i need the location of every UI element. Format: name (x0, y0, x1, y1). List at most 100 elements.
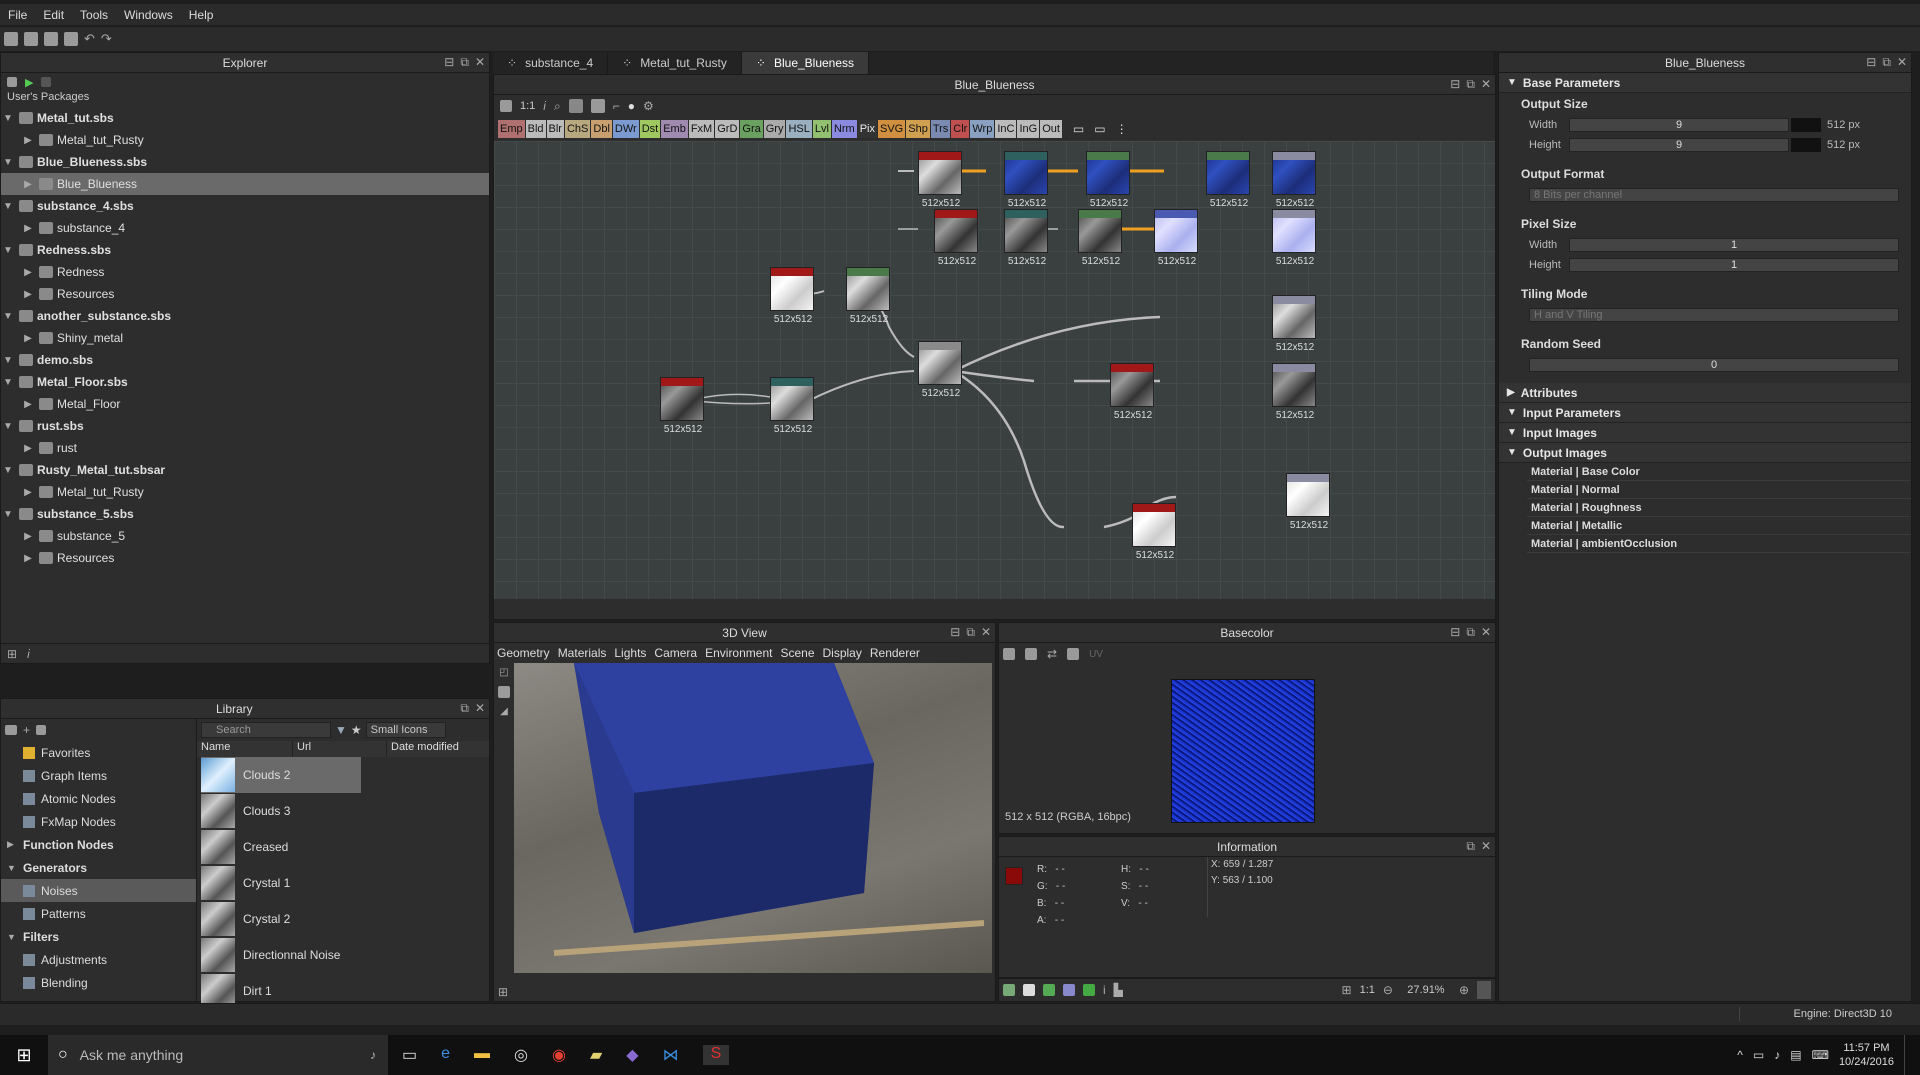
filter-blr[interactable]: Blr (546, 120, 564, 138)
select-tool-icon[interactable] (568, 99, 583, 113)
expand-icon[interactable]: ▶ (21, 531, 35, 542)
expand-icon[interactable]: ▶ (21, 553, 35, 564)
view-mode-select[interactable]: Small Icons (365, 722, 446, 738)
expand-icon[interactable]: ▼ (1, 377, 15, 388)
search-icon[interactable]: ⌕ (554, 99, 561, 114)
menu-item[interactable]: File (8, 8, 27, 22)
explorer-item[interactable]: ▶ Resources (1, 283, 489, 305)
windows-start-icon[interactable]: ⊞ (0, 1045, 48, 1066)
col-url[interactable]: Url (293, 741, 387, 757)
float-icon[interactable]: ⧉ (966, 625, 975, 640)
explorer-item[interactable]: ▶ substance_5 (1, 525, 489, 547)
explorer-item[interactable]: ▼ Rusty_Metal_tut.sbsar (1, 459, 489, 481)
explorer-item[interactable]: ▼ substance_5.sbs (1, 503, 489, 525)
chrome-icon[interactable]: ◉ (552, 1045, 566, 1065)
steam-icon[interactable]: ◎ (514, 1045, 528, 1065)
library-search-input[interactable]: Search (201, 722, 331, 738)
tab-blue_blueness[interactable]: ⁘ Blue_Blueness (741, 52, 870, 74)
view3d-menu-item[interactable]: Renderer (870, 646, 920, 660)
network-icon[interactable]: ▭ (1753, 1048, 1764, 1062)
menu-item[interactable]: Tools (80, 8, 108, 22)
graph-node[interactable]: 512x512 (770, 267, 814, 325)
pixel-height-slider[interactable]: 1 (1569, 258, 1899, 272)
expand-icon[interactable]: ▶ (21, 333, 35, 344)
task-view-icon[interactable]: ▭ (402, 1045, 417, 1065)
filter-emb[interactable]: Emb (661, 120, 688, 138)
histogram-icon[interactable] (1083, 984, 1095, 996)
info-icon[interactable]: i (543, 99, 546, 113)
filter-dbl[interactable]: Dbl (591, 120, 612, 138)
refresh-icon[interactable] (41, 77, 52, 87)
explorer-item[interactable]: ▶ rust (1, 437, 489, 459)
graph-node[interactable]: 512x512 (934, 209, 978, 267)
share-icon[interactable]: ⇄ (1047, 647, 1057, 661)
view3d-menu-item[interactable]: Environment (705, 646, 772, 660)
view3d-menu-item[interactable]: Lights (614, 646, 646, 660)
explorer-item[interactable]: ▼ Metal_Floor.sbs (1, 371, 489, 393)
float-icon[interactable]: ⧉ (1882, 55, 1891, 70)
basecolor-preview[interactable] (1171, 679, 1315, 823)
save-all-icon[interactable] (24, 32, 38, 46)
library-item[interactable]: Directionnal Noise (201, 937, 489, 973)
filter-dwr[interactable]: DWr (612, 120, 639, 138)
vscode-icon[interactable]: ⋈ (663, 1045, 679, 1065)
explorer-item[interactable]: ▶ Blue_Blueness (1, 173, 489, 195)
graph-node[interactable]: 512x512 (1272, 363, 1316, 421)
graph-canvas[interactable]: 512x512 512x512 512x512 512x512 512x512 … (494, 141, 1495, 599)
channels-icon[interactable] (1003, 984, 1015, 996)
menu-item[interactable]: Help (189, 8, 214, 22)
filter-lvl[interactable]: Lvl (812, 120, 831, 138)
explorer-item[interactable]: ▶ Metal_tut_Rusty (1, 129, 489, 151)
explorer-item[interactable]: ▶ Metal_Floor (1, 393, 489, 415)
zoom-percent[interactable]: 27.91% (1401, 984, 1451, 996)
clock-date[interactable]: 10/24/2016 (1839, 1055, 1894, 1069)
library-category[interactable]: FxMap Nodes (1, 810, 196, 833)
filter-dst[interactable]: Dst (639, 120, 661, 138)
uv-toggle[interactable]: UV (1089, 649, 1103, 660)
expand-icon[interactable]: ▶ (21, 289, 35, 300)
filter-out[interactable]: Out (1040, 120, 1062, 138)
explorer-item[interactable]: ▼ Redness.sbs (1, 239, 489, 261)
graph-node[interactable]: 512x512 (1078, 209, 1122, 267)
expand-icon[interactable]: ▼ (1, 465, 15, 476)
explorer-icon[interactable]: ▬ (474, 1045, 490, 1065)
view3d-menu-item[interactable]: Display (823, 646, 862, 660)
filter-shp[interactable]: Shp (906, 120, 930, 138)
graph-node[interactable]: 512x512 (1110, 363, 1154, 421)
explorer-item[interactable]: ▶ Redness (1, 261, 489, 283)
keyboard-icon[interactable]: ⌨ (1812, 1048, 1829, 1062)
folder-icon[interactable]: ▰ (590, 1045, 602, 1065)
mic-icon[interactable]: ♪ (370, 1048, 376, 1062)
explorer-item[interactable]: ▶ Metal_tut_Rusty (1, 481, 489, 503)
explorer-options-icon[interactable]: ⊞ (7, 647, 17, 661)
expand-icon[interactable]: ▼ (1, 113, 15, 124)
graph-node[interactable]: 512x512 (1086, 151, 1130, 209)
graph-node[interactable]: 512x512 (1272, 295, 1316, 353)
expand-icon[interactable]: ▼ (1, 201, 15, 212)
float-icon[interactable]: ⧉ (460, 55, 469, 70)
col-name[interactable]: Name (197, 741, 293, 757)
explorer-item[interactable]: ▶ Shiny_metal (1, 327, 489, 349)
volume-icon[interactable]: ♪ (1774, 1048, 1780, 1062)
library-item[interactable]: Clouds 3 (201, 793, 489, 829)
close-icon[interactable]: ✕ (1897, 55, 1907, 70)
graph-node[interactable]: 512x512 (770, 377, 814, 435)
output-format-select[interactable]: 8 Bits per channel (1529, 188, 1899, 202)
explorer-item[interactable]: ▼ another_substance.sbs (1, 305, 489, 327)
gear-icon[interactable]: ⚙ (643, 99, 654, 113)
material-icon[interactable]: ● (628, 99, 635, 113)
menu-item[interactable]: Windows (124, 8, 173, 22)
notification-icon[interactable]: ▤ (1790, 1048, 1801, 1062)
output-width-slider[interactable]: 9 (1569, 118, 1789, 132)
library-category[interactable]: Atomic Nodes (1, 787, 196, 810)
align-icon[interactable]: ⌐ (613, 99, 620, 113)
star-icon[interactable]: ★ (351, 723, 362, 737)
substance-icon[interactable]: S (702, 1045, 730, 1065)
filter-fxm[interactable]: FxM (688, 120, 715, 138)
graph-node[interactable]: 512x512 (1272, 151, 1316, 209)
expand-icon[interactable]: ▶ (21, 399, 35, 410)
float-icon[interactable]: ⧉ (460, 701, 469, 716)
graph-node[interactable]: 512x512 (918, 341, 962, 399)
graph-node[interactable]: 512x512 (1004, 209, 1048, 267)
expand-icon[interactable]: ▶ (21, 487, 35, 498)
